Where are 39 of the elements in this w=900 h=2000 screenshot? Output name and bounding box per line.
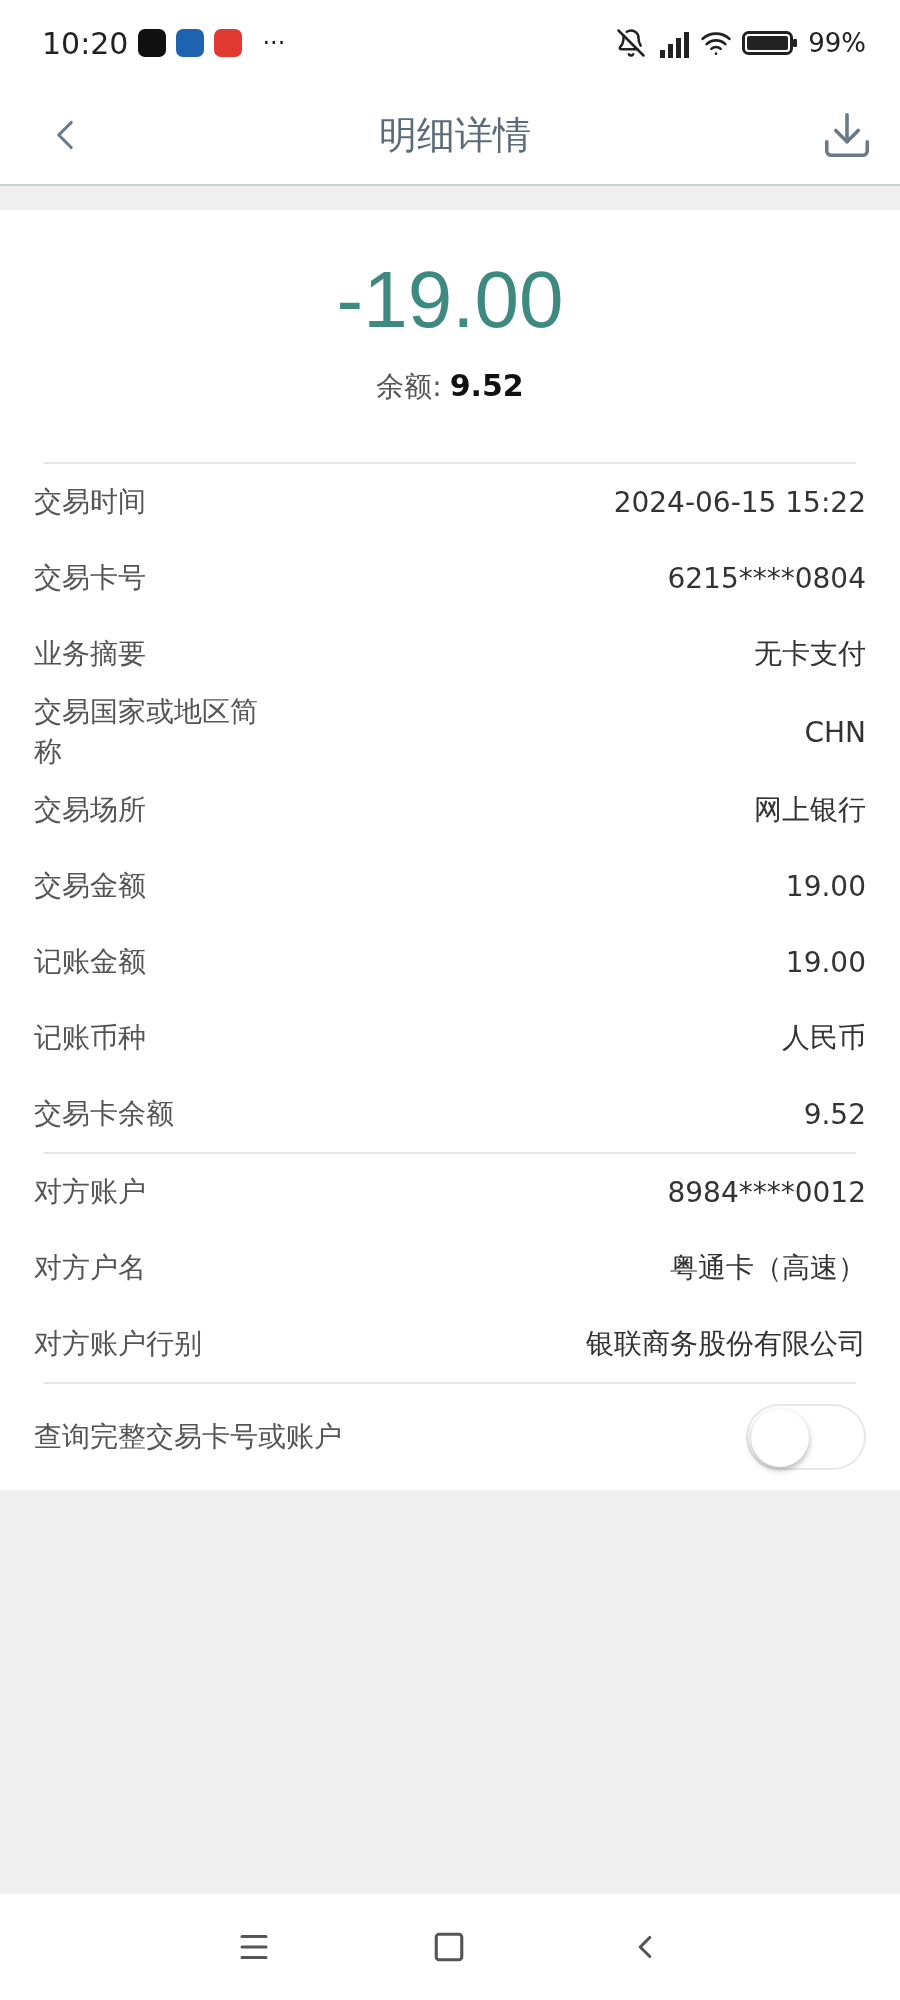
- field-label: 对方账户: [34, 1174, 146, 1210]
- battery-percent: 99%: [808, 28, 866, 58]
- field-label: 对方户名: [34, 1250, 146, 1286]
- transaction-amount: -19.00: [336, 254, 564, 346]
- toggle-label: 查询完整交易卡号或账户: [34, 1419, 342, 1455]
- home-icon[interactable]: [432, 1930, 466, 1964]
- field-value: 9.52: [803, 1097, 866, 1131]
- page-title: 明细详情: [379, 111, 531, 159]
- field-label: 对方账户行别: [34, 1326, 202, 1362]
- app-icon: [214, 29, 243, 57]
- balance-value: 9.52: [449, 368, 524, 403]
- field-value: 人民币: [782, 1020, 866, 1056]
- field-value: 6215****0804: [667, 561, 866, 595]
- field-value: 8984****0012: [667, 1175, 866, 1209]
- field-value: 无卡支付: [754, 636, 866, 672]
- field-value: CHN: [804, 715, 866, 749]
- app-icon: [138, 29, 167, 57]
- app-icon: [176, 29, 205, 57]
- field-label: 交易金额: [34, 868, 146, 904]
- field-value: 19.00: [785, 945, 866, 979]
- field-label: 业务摘要: [34, 636, 146, 672]
- field-label: 交易国家或地区简称: [34, 694, 259, 770]
- field-value: 粤通卡（高速）: [670, 1250, 866, 1286]
- field-label: 记账金额: [34, 944, 146, 980]
- field-value: 19.00: [785, 869, 866, 903]
- field-value: 银联商务股份有限公司: [586, 1326, 866, 1362]
- muted-bell-icon: [616, 28, 647, 58]
- toggle-switch[interactable]: [746, 1404, 866, 1470]
- battery-icon: [742, 29, 799, 57]
- balance-label: 余额:: [376, 369, 442, 405]
- field-label: 交易场所: [34, 792, 146, 828]
- status-time: 10:20: [42, 25, 129, 61]
- field-value: 网上银行: [754, 792, 866, 828]
- field-label: 交易时间: [34, 484, 146, 520]
- field-label: 交易卡号: [34, 560, 146, 596]
- more-notifications: ···: [262, 29, 286, 57]
- field-label: 记账币种: [34, 1020, 146, 1056]
- field-value: 2024-06-15 15:22: [613, 485, 866, 519]
- field-label: 交易卡余额: [34, 1096, 174, 1132]
